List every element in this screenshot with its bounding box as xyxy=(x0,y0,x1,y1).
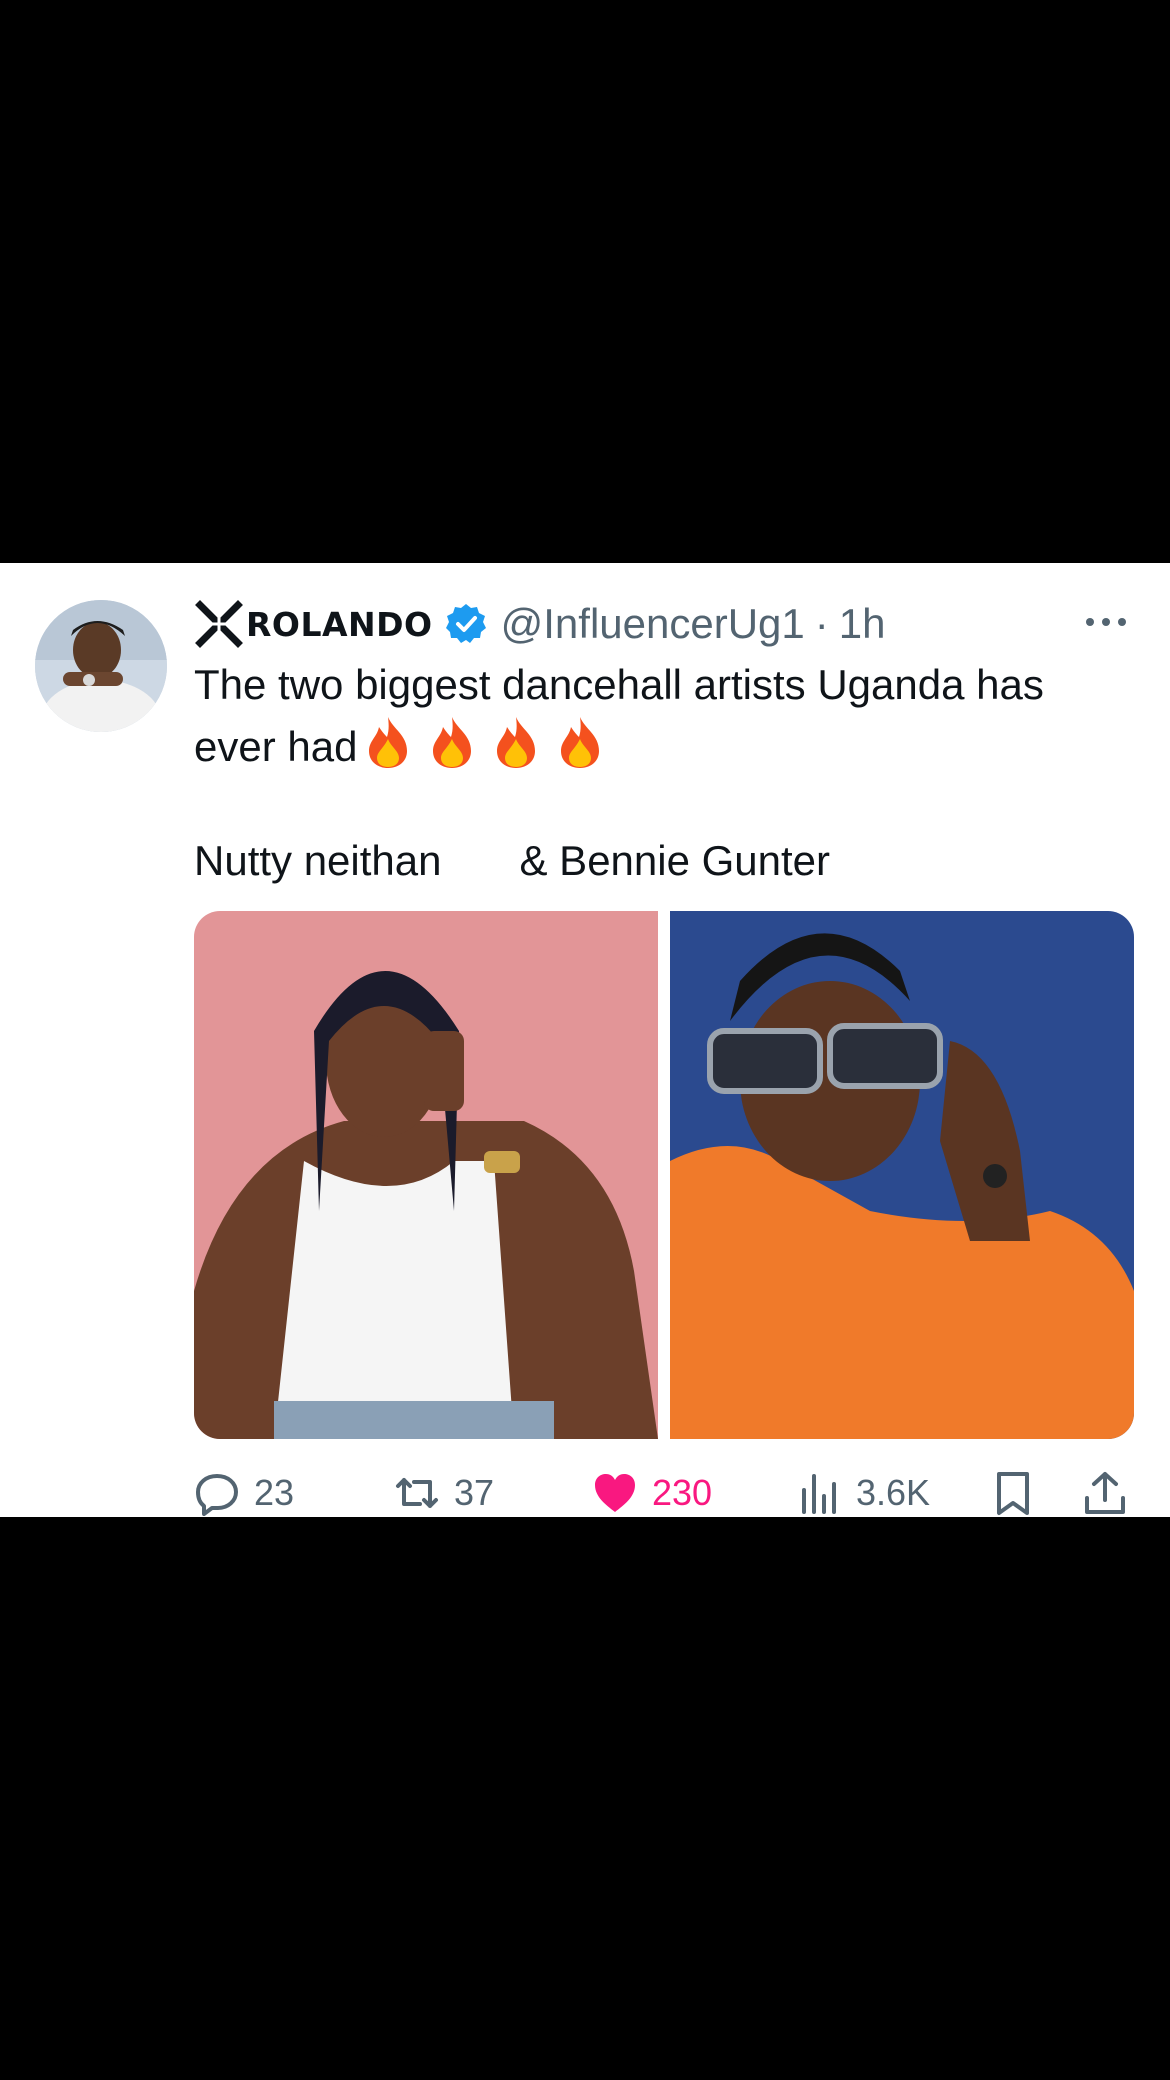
separator-dot: · xyxy=(814,600,829,647)
timestamp[interactable]: 1h xyxy=(839,600,886,648)
verified-badge-icon xyxy=(445,604,486,643)
avatar[interactable] xyxy=(35,600,167,732)
views-count: 3.6K xyxy=(856,1472,931,1513)
artist-name-one: Nutty neithan xyxy=(194,837,442,884)
display-name[interactable]: ROLANDO xyxy=(246,605,433,644)
crossed-x-icon xyxy=(195,600,243,648)
tweet-text: The two biggest dancehall artists Uganda… xyxy=(194,655,1124,891)
fire-icon xyxy=(369,717,408,768)
photo-left[interactable] xyxy=(194,911,658,1439)
reply-count: 23 xyxy=(254,1472,295,1513)
artist-name-two: & Bennie Gunter xyxy=(519,837,831,884)
bookmark-button[interactable] xyxy=(990,1463,1050,1523)
fire-emoji-group xyxy=(363,715,619,769)
media-grid[interactable] xyxy=(194,911,1134,1439)
reply-button[interactable]: 23 xyxy=(194,1463,294,1523)
like-button[interactable]: 230 xyxy=(592,1463,712,1523)
share-button[interactable] xyxy=(1082,1463,1142,1523)
repost-count: 37 xyxy=(454,1472,495,1513)
share-icon xyxy=(1085,1472,1125,1514)
repost-icon xyxy=(396,1478,438,1508)
fire-icon xyxy=(497,717,536,768)
tweet-header: ROLANDO @InfluencerUg1 · 1h xyxy=(194,593,885,655)
tweet-card[interactable]: ROLANDO @InfluencerUg1 · 1h The two bigg… xyxy=(0,563,1170,1517)
like-count: 230 xyxy=(652,1472,713,1513)
bookmark-icon xyxy=(997,1472,1029,1515)
heart-icon xyxy=(595,1474,635,1512)
tweet-actions: 23 37 230 3.6K xyxy=(194,1463,1134,1523)
photo-right[interactable] xyxy=(670,911,1134,1439)
reply-icon xyxy=(196,1474,238,1516)
more-dots-icon[interactable] xyxy=(1082,607,1130,637)
user-handle[interactable]: @InfluencerUg1 xyxy=(501,600,805,648)
fire-icon xyxy=(433,717,472,768)
views-chart-icon xyxy=(802,1474,836,1514)
views-button[interactable]: 3.6K xyxy=(796,1463,930,1523)
fire-icon xyxy=(561,717,600,768)
repost-button[interactable]: 37 xyxy=(394,1463,494,1523)
